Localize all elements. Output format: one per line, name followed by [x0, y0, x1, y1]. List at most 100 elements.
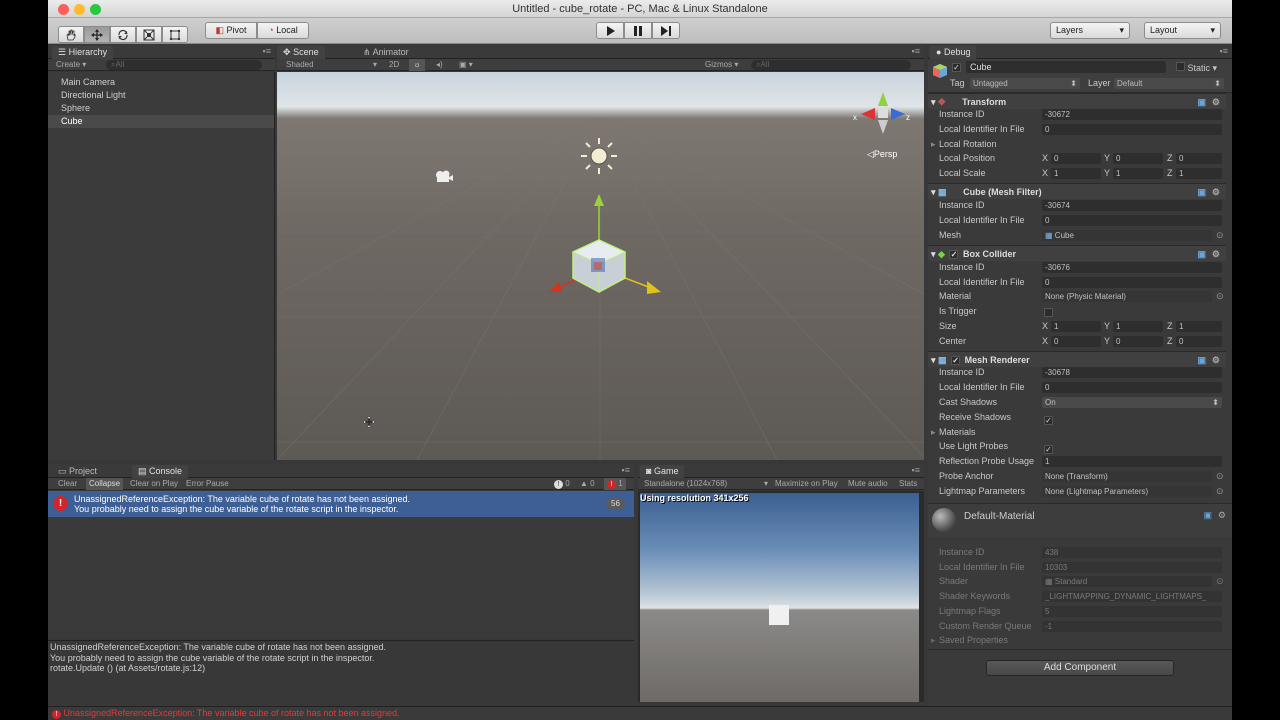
- rect-tool-button[interactable]: [162, 26, 188, 43]
- hierarchy-item[interactable]: Cube: [48, 115, 274, 128]
- scale-x-field[interactable]: 1: [1051, 168, 1101, 179]
- center-y-field[interactable]: 0: [1113, 336, 1163, 347]
- scale-y-field[interactable]: 1: [1113, 168, 1163, 179]
- scene-viewport[interactable]: x z ◁Persp: [277, 72, 924, 460]
- warning-filter-toggle[interactable]: ▲ 0: [580, 478, 595, 490]
- tab-project[interactable]: ▭ Project: [52, 465, 103, 478]
- audio-toggle-icon[interactable]: ◂): [436, 59, 443, 71]
- close-window-icon[interactable]: [58, 4, 69, 15]
- center-z-field[interactable]: 0: [1176, 336, 1222, 347]
- layout-dropdown[interactable]: Layout ▾: [1144, 22, 1221, 39]
- hand-tool-button[interactable]: [58, 26, 84, 43]
- camera-icon[interactable]: [432, 169, 454, 185]
- local-identifier-field[interactable]: 0: [1042, 382, 1222, 393]
- hierarchy-item[interactable]: Sphere: [48, 102, 274, 115]
- panel-menu-icon[interactable]: ▪≡: [912, 465, 920, 475]
- hierarchy-item[interactable]: Main Camera: [48, 76, 274, 89]
- size-z-field[interactable]: 1: [1176, 321, 1222, 332]
- stats-toggle[interactable]: Stats: [899, 478, 917, 490]
- tab-animator[interactable]: ⋔ Animator: [357, 46, 415, 59]
- pause-button[interactable]: [624, 22, 652, 39]
- scale-z-field[interactable]: 1: [1176, 168, 1222, 179]
- enabled-checkbox[interactable]: ✓: [951, 356, 961, 365]
- orientation-gizmo[interactable]: x z: [853, 86, 913, 140]
- effects-dropdown-icon[interactable]: ▣ ▾: [459, 59, 473, 71]
- console-detail-text[interactable]: UnassignedReferenceException: The variab…: [50, 642, 386, 674]
- mesh-object-field[interactable]: ▦ Cube: [1042, 230, 1212, 241]
- create-dropdown[interactable]: Create ▾: [56, 59, 86, 71]
- object-picker-icon[interactable]: ⊙: [1216, 289, 1224, 304]
- cube-object[interactable]: [539, 190, 669, 302]
- inspector-row[interactable]: ▸ Local Rotation: [928, 137, 1226, 152]
- local-toggle-button[interactable]: ◔ Local: [257, 22, 309, 39]
- tab-hierarchy[interactable]: ☰ Hierarchy: [52, 46, 114, 59]
- status-bar[interactable]: ! UnassignedReferenceException: The vari…: [48, 706, 1232, 720]
- instance-id-field[interactable]: -30676: [1042, 262, 1222, 273]
- active-checkbox[interactable]: ✓: [952, 62, 961, 72]
- gear-icon[interactable]: ⚙: [1218, 510, 1226, 521]
- hierarchy-item[interactable]: Directional Light: [48, 89, 274, 102]
- shading-dropdown[interactable]: Shaded: [286, 59, 314, 71]
- panel-menu-icon[interactable]: ▪≡: [622, 465, 630, 475]
- size-y-field[interactable]: 1: [1113, 321, 1163, 332]
- play-button[interactable]: [596, 22, 624, 39]
- move-tool-button[interactable]: [84, 26, 110, 43]
- scale-tool-button[interactable]: [136, 26, 162, 43]
- mesh-filter-component-header[interactable]: ▾ ▦ Cube (Mesh Filter) ▣ ⚙: [928, 183, 1226, 199]
- add-component-button[interactable]: Add Component: [986, 660, 1174, 676]
- local-identifier-field[interactable]: 0: [1042, 277, 1222, 288]
- clear-on-play-toggle[interactable]: Clear on Play: [130, 478, 178, 490]
- error-pause-toggle[interactable]: Error Pause: [186, 478, 229, 490]
- panel-menu-icon[interactable]: ▪≡: [912, 46, 920, 56]
- center-x-field[interactable]: 0: [1051, 336, 1101, 347]
- layers-dropdown[interactable]: Layers ▾: [1050, 22, 1130, 39]
- hierarchy-search-input[interactable]: ⌕All: [106, 60, 262, 70]
- panel-menu-icon[interactable]: ▪≡: [1220, 46, 1228, 56]
- tag-dropdown[interactable]: Untagged ⬍: [970, 78, 1080, 89]
- collapse-toggle[interactable]: Collapse: [86, 478, 124, 490]
- material-header[interactable]: Default-Material ▣ ⚙: [928, 503, 1232, 537]
- instance-id-field[interactable]: -30674: [1042, 200, 1222, 211]
- directional-light-icon[interactable]: [579, 136, 619, 176]
- local-identifier-field[interactable]: 0: [1042, 215, 1222, 226]
- object-picker-icon[interactable]: ⊙: [1216, 469, 1224, 484]
- error-filter-toggle[interactable]: ! 1: [604, 478, 626, 490]
- tab-game[interactable]: ◙ Game: [640, 465, 685, 478]
- resolution-dropdown[interactable]: Standalone (1024x768): [644, 478, 727, 490]
- size-x-field[interactable]: 1: [1051, 321, 1101, 332]
- position-x-field[interactable]: 0: [1051, 153, 1101, 164]
- console-log-entry[interactable]: ! UnassignedReferenceException: The vari…: [48, 491, 634, 517]
- layer-dropdown[interactable]: Default ⬍: [1114, 78, 1224, 89]
- zoom-window-icon[interactable]: [90, 4, 101, 15]
- enabled-checkbox[interactable]: ✓: [949, 250, 959, 259]
- object-picker-icon[interactable]: ⊙: [1216, 228, 1224, 243]
- inspector-row[interactable]: ▸ Materials: [928, 425, 1226, 440]
- local-identifier-field[interactable]: 0: [1042, 124, 1222, 135]
- instance-id-field[interactable]: -30678: [1042, 367, 1222, 378]
- scene-search-input[interactable]: ⌕All: [751, 60, 911, 70]
- step-button[interactable]: [652, 22, 680, 39]
- mute-audio-toggle[interactable]: Mute audio: [848, 478, 888, 490]
- minimize-window-icon[interactable]: [74, 4, 85, 15]
- cast-shadows-dropdown[interactable]: On ⬍: [1042, 397, 1222, 408]
- position-z-field[interactable]: 0: [1176, 153, 1222, 164]
- static-toggle[interactable]: Static ▾: [1176, 62, 1217, 74]
- 2d-toggle[interactable]: 2D: [389, 59, 399, 71]
- object-picker-icon[interactable]: ⊙: [1216, 484, 1224, 499]
- game-view[interactable]: Using resolution 341x256: [640, 493, 919, 702]
- instance-id-field[interactable]: -30672: [1042, 109, 1222, 120]
- info-filter-toggle[interactable]: ! 0: [554, 478, 570, 490]
- rotate-tool-button[interactable]: [110, 26, 136, 43]
- lightmap-parameters-field[interactable]: None (Lightmap Parameters): [1042, 486, 1212, 497]
- reflection-probe-field[interactable]: 1: [1042, 456, 1222, 467]
- tab-scene[interactable]: ✥ Scene: [277, 46, 325, 59]
- panel-menu-icon[interactable]: ▪≡: [263, 46, 271, 56]
- tab-inspector[interactable]: ● Debug: [930, 46, 977, 59]
- position-y-field[interactable]: 0: [1113, 153, 1163, 164]
- object-name-field[interactable]: Cube: [966, 61, 1166, 73]
- persp-toggle[interactable]: ◁Persp: [867, 149, 897, 160]
- pivot-toggle-button[interactable]: ◧ Pivot: [205, 22, 257, 39]
- box-collider-component-header[interactable]: ▾ ◆ ✓ Box Collider ▣ ⚙: [928, 245, 1226, 261]
- clear-button[interactable]: Clear: [58, 478, 77, 490]
- help-icon[interactable]: ▣: [1203, 510, 1212, 521]
